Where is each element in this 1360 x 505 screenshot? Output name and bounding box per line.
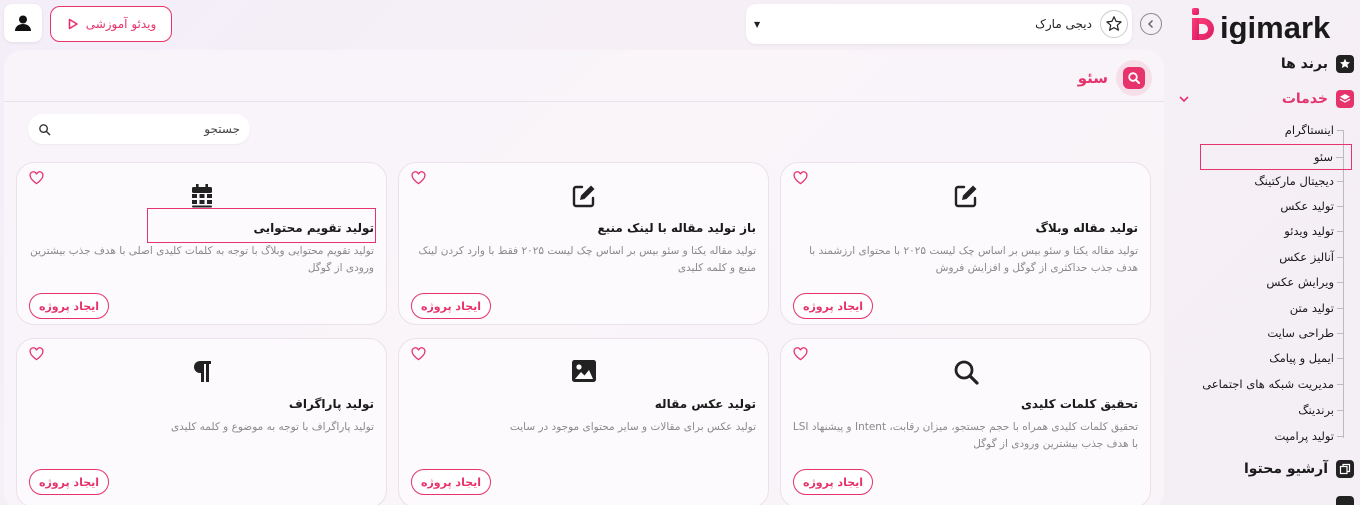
- heart-icon[interactable]: [29, 347, 44, 361]
- service-card-keyword-research[interactable]: تحقیق کلمات کلیدی تحقیق کلمات کلیدی همرا…: [780, 338, 1151, 505]
- heart-icon[interactable]: [411, 171, 426, 185]
- card-description: تحقیق کلمات کلیدی همراه با حجم جستجو، می…: [792, 421, 1138, 450]
- copy-icon: [1336, 460, 1354, 478]
- sidebar-item-archive[interactable]: آرشیو محتوا: [1244, 460, 1354, 478]
- svg-text:igimark: igimark: [1220, 10, 1331, 44]
- heart-icon[interactable]: [411, 347, 426, 361]
- create-project-button[interactable]: ایجاد پروژه: [29, 469, 109, 495]
- service-card-paragraph[interactable]: تولید پاراگراف تولید پاراگراف با توجه به…: [16, 338, 387, 505]
- digimark-logo: igimark: [1190, 4, 1346, 44]
- heart-icon[interactable]: [793, 171, 808, 185]
- calendar-icon: [191, 184, 212, 208]
- page-title: سئو: [1077, 69, 1108, 87]
- collapse-sidebar-button[interactable]: [1140, 13, 1162, 35]
- sidebar-subitem-video-generation[interactable]: تولید ویدئو: [1284, 221, 1344, 241]
- search-icon: [39, 123, 51, 135]
- sidebar-item-services[interactable]: خدمات: [1282, 90, 1354, 108]
- sidebar-subitem-text-generation[interactable]: تولید متن: [1290, 298, 1345, 318]
- service-card-content-calendar[interactable]: تولید تقویم محتوایی تولید تقویم محتوایی …: [16, 162, 387, 325]
- create-project-button[interactable]: ایجاد پروژه: [793, 293, 873, 319]
- brand-name: دیجی مارک: [1035, 17, 1092, 31]
- sidebar-subitem-email-sms[interactable]: ایمیل و پیامک: [1269, 348, 1344, 368]
- create-project-button[interactable]: ایجاد پروژه: [411, 293, 491, 319]
- user-account-button[interactable]: [4, 4, 42, 42]
- sidebar-subitem-instagram[interactable]: اینستاگرام: [1285, 120, 1345, 140]
- service-card-article-image[interactable]: تولید عکس مقاله تولید عکس برای مقالات و …: [398, 338, 769, 505]
- card-title: تحقیق کلمات کلیدی: [1020, 397, 1138, 411]
- create-project-button[interactable]: ایجاد پروژه: [411, 469, 491, 495]
- user-icon: [15, 15, 31, 31]
- edit-icon: [572, 185, 594, 208]
- sidebar-item-label: برند ها: [1280, 56, 1328, 72]
- search-input[interactable]: [51, 122, 240, 136]
- video-tutorial-button[interactable]: ویدئو آموزشی: [50, 6, 172, 42]
- search-icon: [1116, 60, 1152, 96]
- sidebar-subitem-seo[interactable]: سئو: [1200, 144, 1352, 170]
- search-input-wrapper[interactable]: [28, 114, 250, 144]
- card-description: تولید عکس برای مقالات و سایر محتوای موجو…: [509, 421, 756, 433]
- card-description: تولید مقاله یکتا و سئو بیس بر اساس چک لی…: [809, 245, 1138, 274]
- star-icon: [1336, 55, 1354, 73]
- play-icon: [68, 18, 78, 30]
- chevron-left-icon: [1147, 19, 1154, 29]
- chevron-down-icon[interactable]: [1178, 94, 1190, 104]
- service-card-blog-article[interactable]: تولید مقاله وبلاگ تولید مقاله یکتا و سئو…: [780, 162, 1151, 325]
- create-project-button[interactable]: ایجاد پروژه: [29, 293, 109, 319]
- divider: [4, 101, 1164, 102]
- caret-down-icon: ▼: [754, 19, 761, 29]
- edit-icon: [954, 185, 976, 208]
- paragraph-icon: [193, 361, 211, 382]
- sidebar-subitem-image-analysis[interactable]: آنالیز عکس: [1279, 247, 1344, 267]
- sidebar-subitem-social-management[interactable]: مدیریت شبکه های اجتماعی: [1202, 374, 1344, 394]
- card-title: تولید پاراگراف: [288, 397, 374, 411]
- sidebar-subitem-web-design[interactable]: طراحی سایت: [1267, 323, 1344, 343]
- layers-icon: [1336, 90, 1354, 108]
- sidebar-item-label: آرشیو محتوا: [1243, 461, 1328, 477]
- sidebar-subitem-image-editing[interactable]: ویرایش عکس: [1266, 272, 1344, 292]
- card-title: تولید عکس مقاله: [654, 397, 756, 411]
- card-title: تولید تقویم محتوایی: [253, 221, 374, 235]
- create-project-button[interactable]: ایجاد پروژه: [793, 469, 873, 495]
- sidebar: برند ها خدمات اینستاگرام سئو دیجیتال مار…: [1172, 50, 1360, 505]
- sidebar-subitem-prompt-generation[interactable]: تولید پرامپت: [1275, 426, 1345, 446]
- sidebar-item-partial[interactable]: [1336, 496, 1354, 505]
- brand-selector[interactable]: دیجی مارک ▼: [746, 4, 1132, 44]
- sidebar-item-label: خدمات: [1281, 91, 1328, 107]
- sidebar-subitem-digital-marketing[interactable]: دیجیتال مارکتینگ: [1254, 171, 1344, 191]
- heart-icon[interactable]: [793, 347, 808, 361]
- search-icon: [954, 360, 979, 385]
- sidebar-item-brands[interactable]: برند ها: [1281, 55, 1354, 73]
- star-icon: [1100, 10, 1128, 38]
- heart-icon[interactable]: [29, 171, 44, 185]
- sidebar-subitem-branding[interactable]: برندینگ: [1298, 400, 1344, 420]
- service-card-article-from-link[interactable]: باز تولید مقاله با لینک منبع تولید مقاله…: [398, 162, 769, 325]
- card-description: تولید تقویم محتوایی وبلاگ با توجه به کلم…: [30, 245, 374, 274]
- card-description: تولید پاراگراف با توجه به موضوع و کلمه ک…: [170, 421, 374, 433]
- section-header: سئو: [1078, 60, 1152, 96]
- card-title: باز تولید مقاله با لینک منبع: [597, 221, 756, 235]
- sidebar-subitem-image-generation[interactable]: تولید عکس: [1280, 196, 1344, 216]
- image-icon: [571, 360, 596, 382]
- video-tutorial-label: ویدئو آموزشی: [85, 17, 157, 31]
- card-title: تولید مقاله وبلاگ: [1035, 221, 1138, 235]
- card-description: تولید مقاله یکتا و سئو بیس بر اساس چک لی…: [418, 245, 756, 274]
